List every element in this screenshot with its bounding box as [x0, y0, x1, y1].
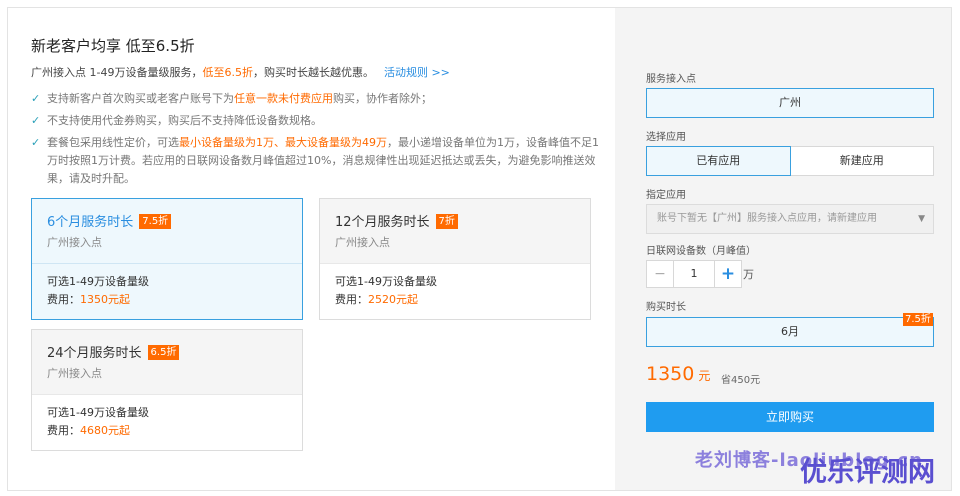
access-point-option-guangzhou[interactable]: 广州 [646, 88, 934, 118]
fee-label: 费用： [47, 424, 80, 437]
terms-highlight: 最小设备量级为1万、最大设备量级为49万 [179, 136, 387, 149]
buy-now-button[interactable]: 立即购买 [646, 402, 934, 432]
plan-card-body: 可选1-49万设备量级 费用：4680元起 [47, 404, 149, 440]
terms-text: 购买，协作者除外； [333, 92, 432, 105]
plan-capacity: 可选1-49万设备量级 [47, 406, 149, 419]
app-type-toggle: 已有应用 新建应用 [646, 146, 934, 176]
plan-title-text: 24个月服务时长 [47, 346, 142, 361]
plan-card-6-months[interactable]: 6个月服务时长 7.5折 广州接入点 可选1-49万设备量级 费用：1350元起 [31, 198, 303, 320]
terms-text: 支持新客户首次购买或老客户账号下为 [47, 92, 234, 105]
rules-link[interactable]: 活动规则 >> [384, 66, 450, 79]
discount-badge: 7折 [435, 214, 458, 229]
price-value: 1350 [646, 363, 695, 385]
devices-input[interactable]: 1 [674, 260, 714, 288]
plan-card-body: 可选1-49万设备量级 费用：1350元起 [47, 273, 149, 309]
terms-item: ✓ 支持新客户首次购买或老客户账号下为任意一款未付费应用购买，协作者除外； [31, 90, 606, 108]
plan-fee: 费用：2520元起 [335, 291, 437, 309]
plan-title: 6个月服务时长 7.5折 [47, 211, 172, 230]
watermark-site: 优乐评测网 [800, 457, 935, 488]
fee-value: 4680元起 [80, 424, 130, 437]
plan-card-header: 6个月服务时长 7.5折 广州接入点 [32, 199, 302, 264]
left-panel: 新老客户均享 低至6.5折 广州接入点 1-49万设备量级服务，低至6.5折，购… [8, 8, 615, 490]
fee-label: 费用： [47, 293, 80, 306]
check-icon: ✓ [31, 114, 41, 127]
plan-region: 广州接入点 [47, 236, 102, 249]
plan-title: 12个月服务时长 7折 [335, 211, 458, 230]
check-icon: ✓ [31, 136, 41, 149]
plan-capacity: 可选1-49万设备量级 [47, 275, 149, 288]
plan-card-12-months[interactable]: 12个月服务时长 7折 广州接入点 可选1-49万设备量级 费用：2520元起 [319, 198, 591, 320]
plan-card-body: 可选1-49万设备量级 费用：2520元起 [335, 273, 437, 309]
plan-title: 24个月服务时长 6.5折 [47, 342, 180, 361]
plan-title-text: 12个月服务时长 [335, 215, 430, 230]
discount-badge: 6.5折 [147, 345, 180, 360]
assign-app-placeholder: 账号下暂无【广州】服务接入点应用，请新建应用 [657, 213, 877, 224]
period-label: 购买时长 [646, 302, 686, 313]
price-unit: 元 [698, 369, 711, 383]
terms-list: ✓ 支持新客户首次购买或老客户账号下为任意一款未付费应用购买，协作者除外； ✓ … [31, 90, 606, 192]
promo-subline: 广州接入点 1-49万设备量级服务，低至6.5折，购买时长越长越优惠。 活动规则 … [31, 64, 450, 80]
existing-app-option[interactable]: 已有应用 [646, 146, 791, 176]
decrement-button[interactable]: − [646, 260, 674, 288]
devices-label: 日联网设备数（月峰值） [646, 246, 756, 257]
plan-capacity: 可选1-49万设备量级 [335, 275, 437, 288]
discount-badge: 7.5折 [139, 214, 172, 229]
promo-subline-text: 广州接入点 1-49万设备量级服务， [31, 66, 203, 79]
total-price: 1350 元 [646, 363, 710, 385]
terms-text: 不支持使用代金券购买，购买后不支持降低设备数规格。 [47, 114, 322, 127]
increment-button[interactable]: + [714, 260, 742, 288]
promo-subline-suffix: ，购买时长越长越优惠。 [252, 66, 374, 79]
plan-fee: 费用：4680元起 [47, 422, 149, 440]
fee-label: 费用： [335, 293, 368, 306]
terms-text: 套餐包采用线性定价，可选 [47, 136, 179, 149]
plan-region: 广州接入点 [47, 367, 102, 380]
terms-item: ✓ 套餐包采用线性定价，可选最小设备量级为1万、最大设备量级为49万，最小递增设… [31, 134, 606, 188]
page-title: 新老客户均享 低至6.5折 [31, 37, 195, 55]
plan-title-text: 6个月服务时长 [47, 215, 134, 230]
savings-text: 省450元 [721, 375, 761, 386]
plan-region: 广州接入点 [335, 236, 390, 249]
order-panel: 服务接入点 广州 选择应用 已有应用 新建应用 指定应用 账号下暂无【广州】服务… [615, 8, 951, 490]
plan-card-header: 24个月服务时长 6.5折 广州接入点 [32, 330, 302, 395]
plan-card-24-months[interactable]: 24个月服务时长 6.5折 广州接入点 可选1-49万设备量级 费用：4680元起 [31, 329, 303, 451]
fee-value: 1350元起 [80, 293, 130, 306]
new-app-option[interactable]: 新建应用 [790, 146, 934, 176]
terms-highlight: 任意一款未付费应用 [234, 92, 333, 105]
plan-fee: 费用：1350元起 [47, 291, 149, 309]
period-option[interactable]: 6月 [646, 317, 934, 347]
chevron-down-icon: ▼ [918, 214, 925, 224]
period-discount-badge: 7.5折 [903, 313, 933, 326]
app-select-label: 选择应用 [646, 132, 686, 143]
promo-panel: 新老客户均享 低至6.5折 广州接入点 1-49万设备量级服务，低至6.5折，购… [7, 7, 952, 491]
fee-value: 2520元起 [368, 293, 418, 306]
promo-discount-highlight: 低至6.5折 [202, 66, 253, 79]
access-point-label: 服务接入点 [646, 74, 696, 85]
devices-unit: 万 [743, 268, 754, 281]
devices-stepper: − 1 + [646, 260, 742, 288]
assign-app-label: 指定应用 [646, 190, 686, 201]
terms-item: ✓ 不支持使用代金券购买，购买后不支持降低设备数规格。 [31, 112, 606, 130]
assign-app-select[interactable]: 账号下暂无【广州】服务接入点应用，请新建应用 ▼ [646, 204, 934, 234]
plan-card-header: 12个月服务时长 7折 广州接入点 [320, 199, 590, 264]
check-icon: ✓ [31, 92, 41, 105]
